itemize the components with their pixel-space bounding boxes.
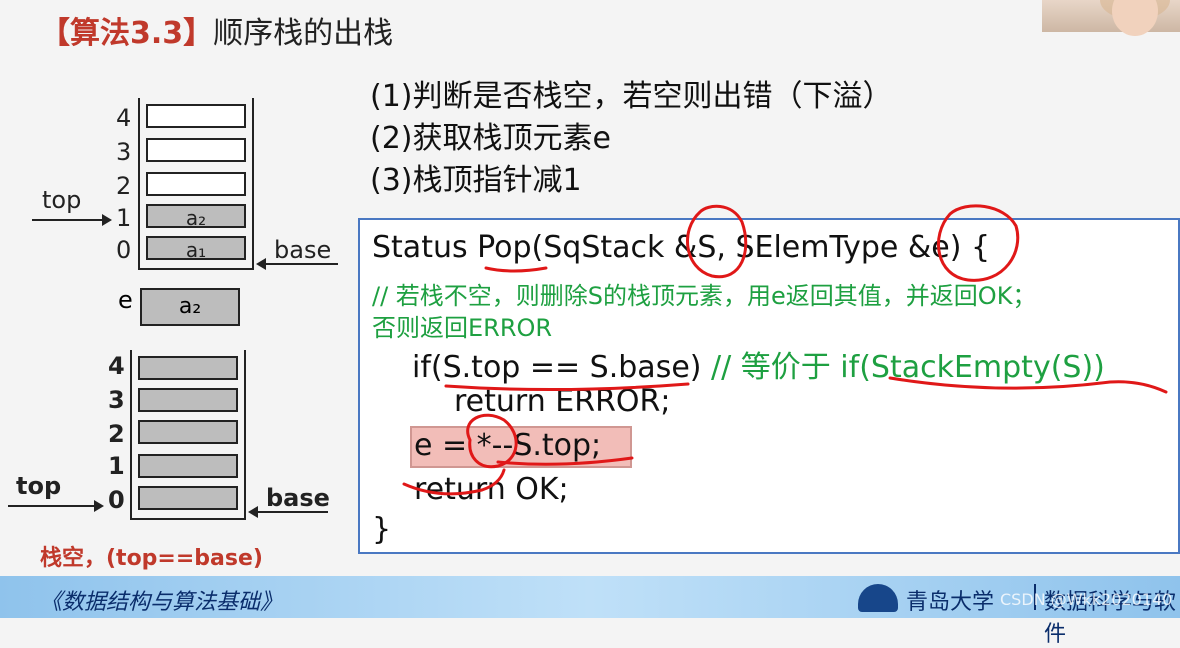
page-title: 【算法3.3】顺序栈的出栈 — [40, 8, 393, 52]
stack1-top-arrow — [32, 219, 102, 221]
stack2-index-4: 4 — [108, 352, 125, 380]
stack1-index-3: 3 — [116, 138, 132, 166]
step-2: (2)获取栈顶元素e — [370, 121, 611, 156]
stack2-index-3: 3 — [108, 386, 125, 414]
stack1-base-label: base — [274, 236, 332, 264]
stack2-base-arrowhead — [248, 506, 258, 518]
stack2-top-arrow — [8, 505, 94, 507]
step-1: (1)判断是否栈空，若空则出错（下溢） — [370, 79, 893, 114]
stack1-top-arrowhead — [102, 214, 112, 226]
stack1-cell-1: a₂ — [146, 204, 246, 230]
stack2-index-2: 2 — [108, 420, 125, 448]
stack2-index-1: 1 — [108, 452, 125, 480]
stack2-base-label: base — [266, 484, 330, 512]
code-comment-2: 否则返回ERROR — [372, 314, 553, 342]
e-variable-label: e — [118, 286, 133, 314]
stack1-cell-3 — [146, 138, 246, 162]
code-assign-pop: e = *--S.top; — [414, 428, 602, 463]
code-if-line: if(S.top == S.base) // 等价于 if(StackEmpty… — [412, 342, 1105, 386]
stack2-cell-0 — [138, 486, 238, 510]
stack1-index-1: 1 — [116, 204, 132, 232]
university-name: 青岛大学 — [906, 590, 995, 615]
code-if-comment: // 等价于 if(StackEmpty(S)) — [701, 350, 1105, 385]
presenter-face — [1112, 0, 1158, 36]
university-logo-icon — [858, 584, 898, 612]
step-3: (3)栈顶指针减1 — [370, 163, 582, 198]
presenter-webcam — [1042, 0, 1180, 36]
algorithm-steps: (1)判断是否栈空，若空则出错（下溢） (2)获取栈顶元素e (3)栈顶指针减1 — [370, 76, 893, 202]
empty-stack-caption: 栈空，(top==base) — [40, 546, 263, 571]
stack2-cell-4 — [138, 356, 238, 380]
stack1-index-2: 2 — [116, 172, 132, 200]
stack1-cell-0: a₁ — [146, 236, 246, 262]
code-block: Status Pop(SqStack &S, SElemType &e) { /… — [358, 218, 1180, 554]
code-signature: Status Pop(SqStack &S, SElemType &e) { — [372, 230, 991, 265]
stack1-top-label: top — [42, 186, 82, 214]
code-comment-1: // 若栈不空，则删除S的栈顶元素，用e返回其值，并返回OK； — [372, 282, 1037, 310]
stack2-cell-1 — [138, 454, 238, 478]
stack1-base-arrowhead — [256, 258, 266, 270]
stack1-cell-4 — [146, 104, 246, 128]
stack2-cell-2 — [138, 420, 238, 444]
title-text: 顺序栈的出栈 — [213, 16, 394, 51]
stack2-index-0: 0 — [108, 486, 125, 514]
code-return-ok: return OK; — [414, 472, 569, 507]
stack2-cell-3 — [138, 388, 238, 412]
code-return-error: return ERROR; — [454, 384, 671, 419]
algorithm-number: 【算法3.3】 — [40, 16, 214, 51]
stack2-base-arrow — [258, 511, 328, 513]
stack1-base-arrow — [266, 263, 338, 265]
csdn-watermark: CSDN @Wkk2020140 — [1000, 590, 1173, 609]
e-variable-box: a₂ — [140, 288, 240, 326]
stack-diagram-1: a₂ a₁ — [138, 98, 254, 270]
code-if-condition: if(S.top == S.base) — [412, 350, 702, 385]
course-title: 《数据结构与算法基础》 — [40, 590, 283, 615]
stack1-index-4: 4 — [116, 104, 132, 132]
stack1-index-0: 0 — [116, 236, 132, 264]
stack-diagram-empty — [130, 350, 246, 520]
stack1-cell-2 — [146, 172, 246, 196]
stack2-top-arrowhead — [94, 500, 104, 512]
stack2-top-label: top — [16, 472, 62, 500]
code-close-brace: } — [372, 512, 392, 547]
